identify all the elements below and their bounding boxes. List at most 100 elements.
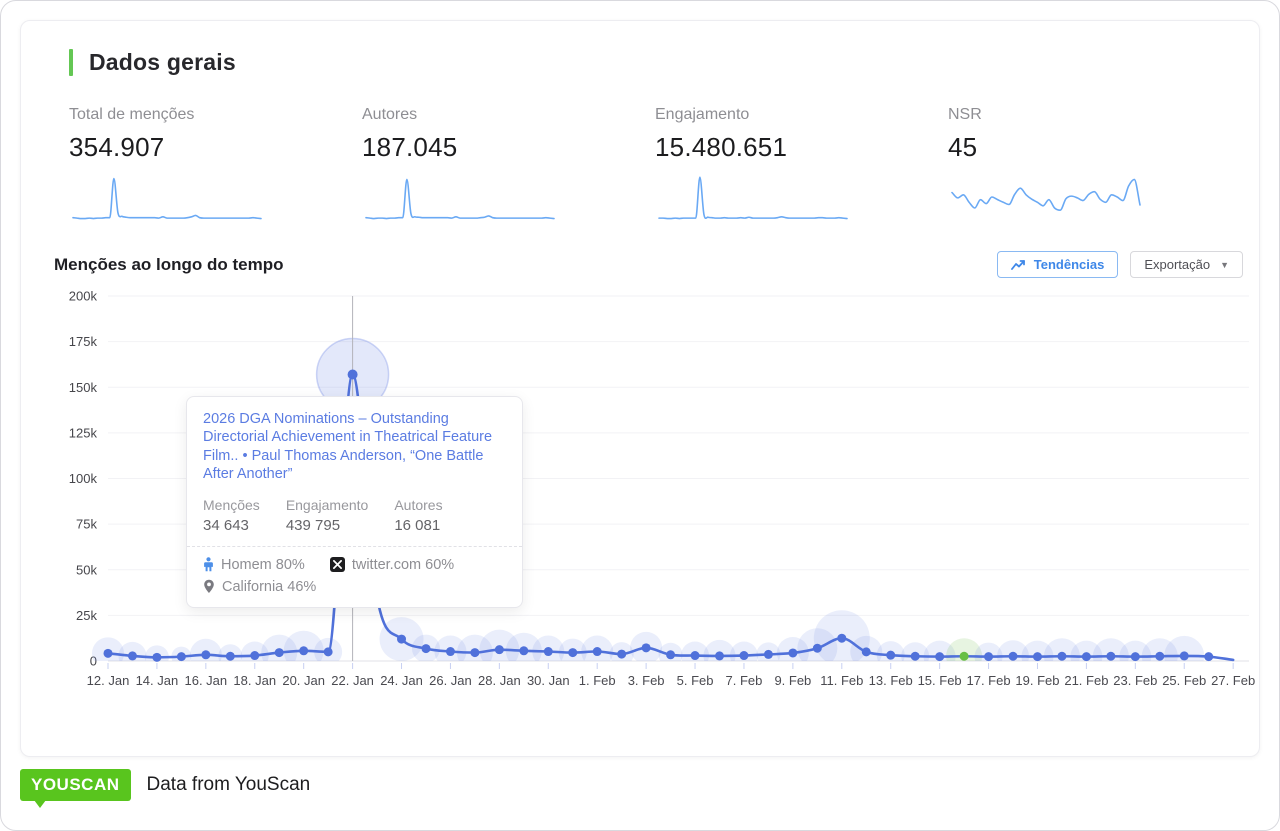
chart-point[interactable]	[421, 644, 430, 653]
chart-point[interactable]	[666, 650, 675, 659]
y-axis-tick: 125k	[69, 425, 98, 440]
chart-point[interactable]	[299, 646, 308, 655]
kpi-value: 15.480.651	[655, 132, 948, 163]
x-axis-tick: 7. Feb	[726, 673, 763, 688]
x-axis-tick: 16. Jan	[185, 673, 228, 688]
y-axis-tick: 100k	[69, 471, 98, 486]
x-axis-tick: 14. Jan	[136, 673, 179, 688]
x-axis-tick: 3. Feb	[628, 673, 665, 688]
chart-point[interactable]	[1180, 651, 1189, 660]
chart-point[interactable]	[152, 653, 161, 662]
kpi-value: 45	[948, 132, 1241, 163]
x-axis-tick: 22. Jan	[331, 673, 374, 688]
chart-point[interactable]	[788, 648, 797, 657]
x-axis-tick: 19. Feb	[1015, 673, 1059, 688]
kpi-value: 187.045	[362, 132, 655, 163]
chart-point-highlighted[interactable]	[348, 369, 358, 379]
trends-button[interactable]: Tendências	[997, 251, 1119, 278]
overview-section: Dados gerais Total de menções 354.907 Au…	[21, 21, 1259, 225]
x-axis-tick: 5. Feb	[677, 673, 714, 688]
location-stat-label: California 46%	[222, 579, 316, 595]
kpi-nsr: NSR 45	[948, 106, 1241, 225]
y-axis-tick: 150k	[69, 380, 98, 395]
x-axis-tick: 27. Feb	[1211, 673, 1255, 688]
chart-point[interactable]	[544, 647, 553, 656]
chart-point[interactable]	[886, 651, 895, 660]
source-stat: twitter.com 60%	[330, 557, 454, 573]
kpi-sparkline	[69, 169, 265, 225]
x-axis-tick: 11. Feb	[820, 673, 863, 688]
male-icon	[203, 557, 214, 572]
x-axis-tick: 9. Feb	[774, 673, 811, 688]
section-heading: Dados gerais	[69, 49, 1211, 76]
chart-point[interactable]	[446, 647, 455, 656]
chart-point[interactable]	[519, 646, 528, 655]
chart-point[interactable]	[1057, 652, 1066, 661]
kpi-sparkline	[655, 169, 851, 225]
y-axis-tick: 175k	[69, 334, 98, 349]
chart-point[interactable]	[1204, 652, 1213, 661]
chart-point[interactable]	[1033, 652, 1042, 661]
kpi-authors: Autores 187.045	[362, 106, 655, 225]
chart-point[interactable]	[1009, 652, 1018, 661]
chart-point[interactable]	[739, 651, 748, 660]
trends-button-label: Tendências	[1034, 257, 1105, 272]
chart-point[interactable]	[201, 650, 210, 659]
export-button-label: Exportação	[1144, 257, 1210, 272]
chart-point[interactable]	[691, 651, 700, 660]
chart-point[interactable]	[715, 651, 724, 660]
chart-point[interactable]	[813, 644, 822, 653]
chart-point[interactable]	[911, 652, 920, 661]
timeline-section: Menções ao longo do tempo Tendências Exp…	[21, 233, 1259, 698]
x-axis-tick: 12. Jan	[87, 673, 130, 688]
mentions-timeline-chart[interactable]: 025k50k75k100k125k150k175k200k12. Jan14.…	[21, 282, 1259, 698]
chart-point[interactable]	[177, 652, 186, 661]
stat-value: 439 795	[286, 517, 369, 534]
dashboard-card: Dados gerais Total de menções 354.907 Au…	[20, 20, 1260, 757]
chart-point[interactable]	[862, 647, 871, 656]
chart-point[interactable]	[324, 647, 333, 656]
chart-point[interactable]	[764, 650, 773, 659]
heading-accent-bar	[69, 49, 73, 76]
chart-point[interactable]	[275, 648, 284, 657]
kpi-total-mentions: Total de menções 354.907	[69, 106, 362, 225]
chart-point[interactable]	[593, 647, 602, 656]
chart-point[interactable]	[1155, 652, 1164, 661]
chart-point[interactable]	[495, 645, 504, 654]
chart-point-green[interactable]	[960, 652, 969, 661]
kpi-label: Engajamento	[655, 106, 948, 124]
chart-point[interactable]	[935, 652, 944, 661]
chart-point[interactable]	[837, 634, 846, 643]
kpi-engagement: Engajamento 15.480.651	[655, 106, 948, 225]
kpi-row: Total de menções 354.907 Autores 187.045…	[69, 106, 1211, 225]
chart-point[interactable]	[226, 652, 235, 661]
chart-point[interactable]	[397, 635, 406, 644]
x-axis-tick: 20. Jan	[282, 673, 325, 688]
tooltip-stat-authors: Autores 16 081	[394, 497, 442, 534]
chart-point[interactable]	[568, 648, 577, 657]
chart-point[interactable]	[984, 652, 993, 661]
chart-point[interactable]	[642, 643, 651, 652]
kpi-sparkline	[948, 169, 1144, 225]
chart-point[interactable]	[1082, 652, 1091, 661]
mention-link[interactable]: 2026 DGA Nominations – Outstanding Direc…	[203, 410, 506, 484]
chart-point[interactable]	[250, 651, 259, 660]
chart-point[interactable]	[1106, 652, 1115, 661]
chart-point[interactable]	[470, 648, 479, 657]
chart-point[interactable]	[1131, 652, 1140, 661]
chart-point[interactable]	[128, 651, 137, 660]
youscan-logo: YOUSCAN	[20, 769, 131, 801]
kpi-label: NSR	[948, 106, 1241, 124]
location-pin-icon	[203, 579, 215, 594]
x-axis-tick: 17. Feb	[967, 673, 1011, 688]
stat-value: 34 643	[203, 517, 260, 534]
chart-point[interactable]	[104, 649, 113, 658]
location-stat: California 46%	[203, 579, 316, 595]
x-axis-tick: 1. Feb	[579, 673, 616, 688]
x-axis-tick: 26. Jan	[429, 673, 472, 688]
footer-caption: Data from YouScan	[147, 774, 311, 796]
x-twitter-icon	[330, 557, 345, 572]
kpi-sparkline	[362, 169, 558, 225]
chart-point[interactable]	[617, 650, 626, 659]
export-button[interactable]: Exportação ▼	[1130, 251, 1243, 278]
